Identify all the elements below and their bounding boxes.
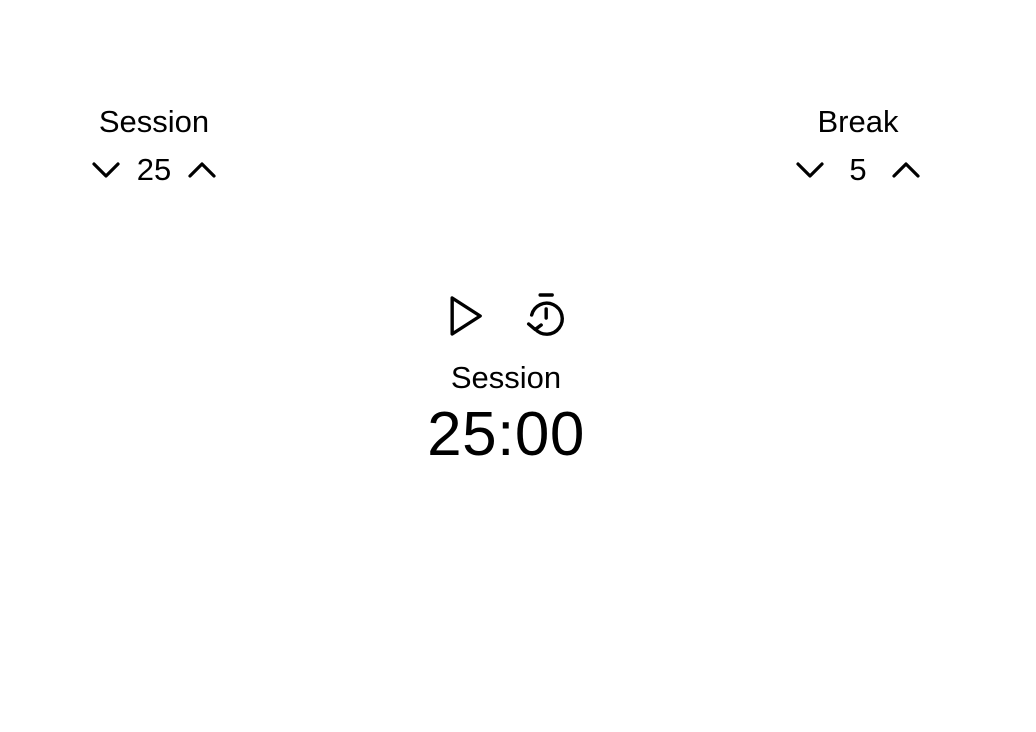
session-length-label: Session: [98, 104, 210, 139]
chevron-up-icon: [892, 162, 920, 178]
reset-button[interactable]: [522, 290, 570, 342]
play-icon: [450, 296, 482, 336]
break-length-control: Break 5: [791, 100, 925, 196]
session-stepper: 25: [87, 144, 221, 196]
timer-label: Session: [450, 360, 562, 395]
timer-panel: Session 25:00: [427, 288, 585, 470]
break-length-value: 5: [849, 152, 867, 187]
session-decrement-button[interactable]: [87, 151, 125, 189]
break-stepper: 5: [791, 144, 925, 196]
chevron-down-icon: [796, 162, 824, 178]
session-length-control: Session 25: [87, 100, 221, 196]
break-decrement-button[interactable]: [791, 151, 829, 189]
start-stop-button[interactable]: [442, 290, 490, 342]
session-length-value: 25: [136, 152, 172, 187]
timer-controls: [442, 288, 570, 344]
chevron-up-icon: [188, 162, 216, 178]
time-left-display: 25:00: [427, 400, 585, 469]
session-increment-button[interactable]: [183, 151, 221, 189]
timer-reset-icon: [526, 293, 564, 336]
break-increment-button[interactable]: [887, 151, 925, 189]
chevron-down-icon: [92, 162, 120, 178]
break-length-label: Break: [817, 104, 899, 139]
